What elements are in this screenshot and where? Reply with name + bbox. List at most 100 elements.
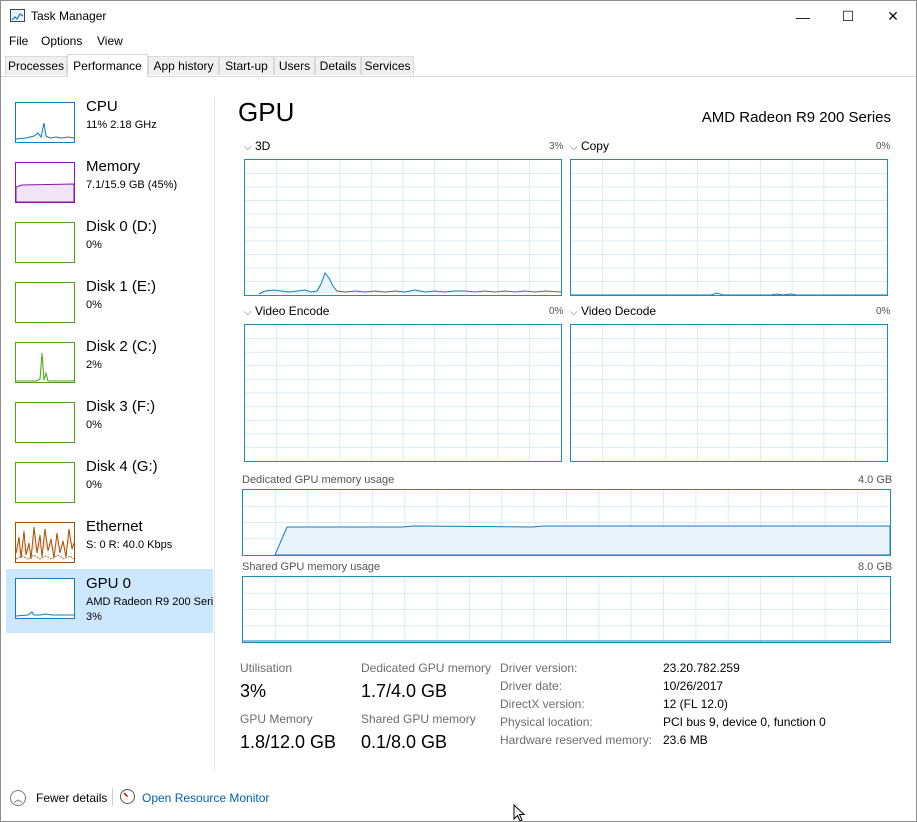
sidebar-item-label: Memory xyxy=(86,158,141,175)
sidebar-item-detail: 0% xyxy=(86,419,102,431)
driver-version-value: 23.20.782.259 xyxy=(663,661,740,675)
sidebar-item-memory[interactable]: Memory 7.1/15.9 GB (45%) xyxy=(6,158,213,218)
shared-memory-label: Shared GPU memory usage xyxy=(242,561,381,573)
driver-date-label: Driver date: xyxy=(500,679,563,693)
tab-processes[interactable]: Processes xyxy=(5,56,67,75)
sidebar-item-detail: 0% xyxy=(86,479,102,491)
sidebar-item-detail: 2% xyxy=(86,359,102,371)
chevron-down-icon: ⌵ xyxy=(244,142,252,153)
engine-label: Video Encode xyxy=(254,304,330,318)
sidebar-item-label: Disk 3 (F:) xyxy=(86,398,156,415)
dedicated-memory-max: 4.0 GB xyxy=(858,474,893,486)
hardware-reserved-memory-label: Hardware reserved memory: xyxy=(500,733,653,747)
tab-details[interactable]: Details xyxy=(315,56,361,75)
disk-thumbnail-graph xyxy=(15,462,75,503)
engine-label: Video Decode xyxy=(580,304,657,318)
utilisation-label: Utilisation xyxy=(240,661,293,675)
sidebar-item-gpu-0[interactable]: GPU 0 AMD Radeon R9 200 Series 3% xyxy=(6,569,213,633)
tab-services[interactable]: Services xyxy=(361,56,414,75)
disk-thumbnail-graph xyxy=(15,222,75,263)
graph-shared-memory xyxy=(242,576,891,643)
chevron-down-icon: ⌵ xyxy=(244,307,252,318)
page-title: GPU xyxy=(238,97,295,127)
maximize-icon: ☐ xyxy=(841,8,855,24)
disk-thumbnail-graph xyxy=(15,342,75,383)
resource-monitor-icon xyxy=(120,789,135,804)
engine-selector-video-encode[interactable]: ⌵ Video Encode xyxy=(244,304,329,318)
minimize-button[interactable]: — xyxy=(780,1,826,32)
engine-percent: 3% xyxy=(549,141,564,152)
gpu-memory-value: 1.8/12.0 GB xyxy=(240,732,337,752)
ethernet-thumbnail-graph xyxy=(15,522,75,563)
resource-sidebar: CPU 11% 2.18 GHz Memory 7.1/15.9 GB (45%… xyxy=(1,98,215,770)
sidebar-item-detail: 7.1/15.9 GB (45%) xyxy=(86,179,178,191)
sidebar-item-detail: S: 0 R: 40.0 Kbps xyxy=(86,539,173,551)
shared-gpu-memory-value: 0.1/8.0 GB xyxy=(361,732,448,752)
menu-file[interactable]: File xyxy=(9,34,28,48)
minimize-icon: — xyxy=(796,8,810,25)
driver-date-value: 10/26/2017 xyxy=(663,679,724,693)
sidebar-item-detail: 11% 2.18 GHz xyxy=(86,119,157,131)
engine-selector-3d[interactable]: ⌵ 3D xyxy=(244,139,270,153)
maximize-button[interactable]: ☐ xyxy=(825,1,871,32)
fewer-details-link[interactable]: Fewer details xyxy=(36,791,107,805)
menu-bar: File Options View xyxy=(1,32,916,51)
graph-dedicated-memory xyxy=(242,489,891,556)
sidebar-item-label: Disk 0 (D:) xyxy=(86,218,157,235)
memory-thumbnail-graph xyxy=(15,162,75,203)
close-icon: ✕ xyxy=(887,8,899,24)
dedicated-gpu-memory-value: 1.7/4.0 GB xyxy=(361,681,448,701)
driver-version-label: Driver version: xyxy=(500,661,578,675)
footer-divider xyxy=(112,788,113,806)
footer-bar: ︿ Fewer details Open Resource Monitor xyxy=(1,782,916,812)
graph-copy xyxy=(570,159,888,296)
chevron-up-icon[interactable]: ︿ xyxy=(10,790,26,806)
sidebar-item-detail: 0% xyxy=(86,299,102,311)
task-manager-window: Task Manager — ☐ ✕ File Options View Pro… xyxy=(0,0,917,822)
gpu-thumbnail-graph xyxy=(15,578,75,619)
hardware-reserved-memory-value: 23.6 MB xyxy=(663,733,708,747)
title-bar[interactable]: Task Manager — ☐ ✕ xyxy=(1,1,916,32)
directx-version-label: DirectX version: xyxy=(500,697,585,711)
sidebar-item-disk-1[interactable]: Disk 1 (E:) 0% xyxy=(6,278,213,338)
graph-3d xyxy=(244,159,562,296)
sidebar-item-disk-4[interactable]: Disk 4 (G:) 0% xyxy=(6,458,213,518)
chevron-down-icon: ⌵ xyxy=(570,307,578,318)
engine-label: 3D xyxy=(254,139,271,153)
close-button[interactable]: ✕ xyxy=(870,1,916,32)
engine-selector-copy[interactable]: ⌵ Copy xyxy=(570,139,609,153)
sidebar-item-label: Disk 4 (G:) xyxy=(86,458,158,475)
menu-options[interactable]: Options xyxy=(41,34,82,48)
utilisation-value: 3% xyxy=(240,681,267,701)
engine-selector-video-decode[interactable]: ⌵ Video Decode xyxy=(570,304,656,318)
sidebar-item-usage: 3% xyxy=(86,611,102,623)
sidebar-item-label: Disk 2 (C:) xyxy=(86,338,157,355)
cpu-thumbnail-graph xyxy=(15,102,75,143)
graph-video-encode xyxy=(244,324,562,462)
tab-start-up[interactable]: Start-up xyxy=(219,56,274,75)
sidebar-item-disk-3[interactable]: Disk 3 (F:) 0% xyxy=(6,398,213,458)
disk-thumbnail-graph xyxy=(15,282,75,323)
physical-location-label: Physical location: xyxy=(500,715,593,729)
physical-location-value: PCI bus 9, device 0, function 0 xyxy=(663,715,826,729)
tab-app-history[interactable]: App history xyxy=(148,56,219,75)
gpu-model-name: AMD Radeon R9 200 Series xyxy=(701,109,891,126)
directx-version-value: 12 (FL 12.0) xyxy=(663,697,728,711)
sidebar-item-disk-2[interactable]: Disk 2 (C:) 2% xyxy=(6,338,213,398)
sidebar-item-cpu[interactable]: CPU 11% 2.18 GHz xyxy=(6,98,213,158)
sidebar-item-label: Disk 1 (E:) xyxy=(86,278,157,295)
sidebar-item-detail: AMD Radeon R9 200 Series xyxy=(86,596,213,608)
chevron-down-icon: ⌵ xyxy=(570,142,578,153)
shared-gpu-memory-label: Shared GPU memory xyxy=(361,712,476,726)
open-resource-monitor-link[interactable]: Open Resource Monitor xyxy=(142,791,269,805)
dedicated-gpu-memory-label: Dedicated GPU memory xyxy=(361,661,492,675)
mouse-cursor-icon xyxy=(513,804,525,821)
shared-memory-max: 8.0 GB xyxy=(858,561,893,573)
sidebar-item-disk-0[interactable]: Disk 0 (D:) 0% xyxy=(6,218,213,278)
tab-users[interactable]: Users xyxy=(274,56,315,75)
tab-performance[interactable]: Performance xyxy=(67,54,148,77)
graph-video-decode xyxy=(570,324,888,462)
engine-percent: 0% xyxy=(876,141,891,152)
sidebar-item-label: Ethernet xyxy=(86,518,143,535)
menu-view[interactable]: View xyxy=(97,34,123,48)
